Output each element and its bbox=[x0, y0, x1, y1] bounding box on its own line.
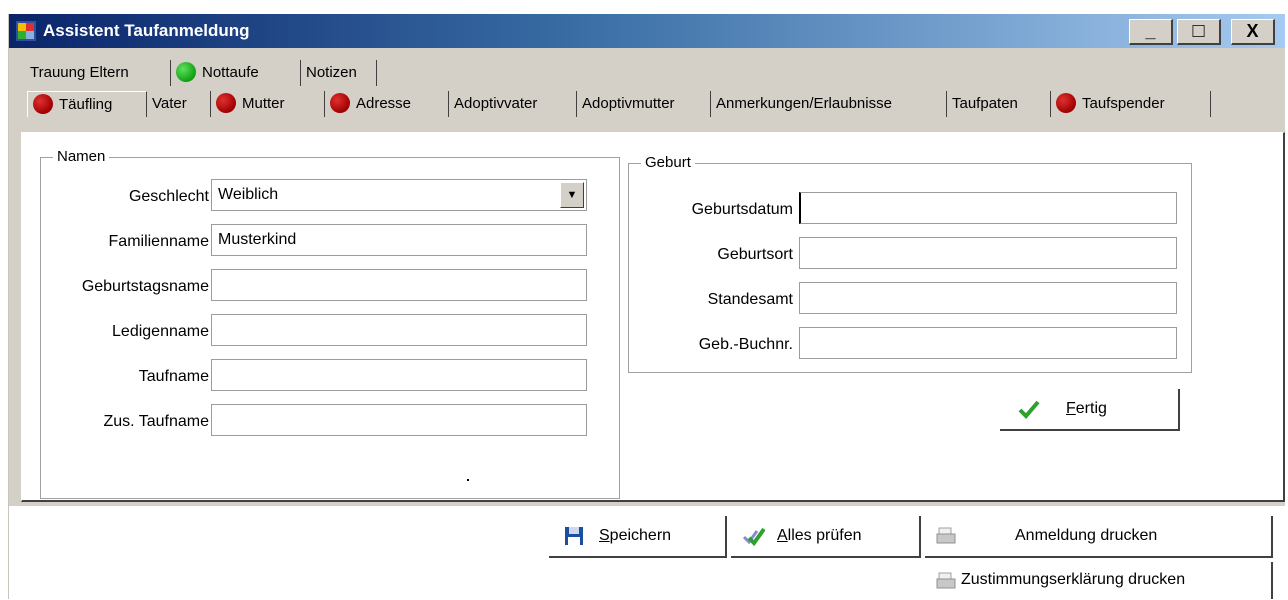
minimize-button[interactable]: _ bbox=[1129, 19, 1173, 45]
speichern-rest: peichern bbox=[609, 527, 672, 544]
geburtsort-label: Geburtsort bbox=[717, 246, 793, 263]
tab-panel-taeufling: Namen Geschlecht Weiblich ▼ Familienname… bbox=[21, 132, 1285, 502]
tab-taufpaten[interactable]: Taufpaten bbox=[947, 91, 1051, 117]
zustimmung-drucken-label: Zustimmungserklärung drucken bbox=[961, 571, 1186, 588]
standesamt-label: Standesamt bbox=[707, 291, 793, 308]
tab-adoptivmutter[interactable]: Adoptivmutter bbox=[577, 91, 711, 117]
fertig-button[interactable]: Fertig bbox=[1000, 389, 1180, 431]
geb-buchnr-input[interactable] bbox=[799, 327, 1177, 359]
geburtstagsname-input[interactable] bbox=[211, 269, 587, 301]
fertig-label: Fertig bbox=[1066, 389, 1107, 429]
geschlecht-select[interactable]: Weiblich ▼ bbox=[211, 179, 587, 211]
tab-anmerkungen-erlaubnisse[interactable]: Anmerkungen/Erlaubnisse bbox=[711, 91, 947, 117]
tab-label: Trauung Eltern bbox=[30, 64, 129, 81]
tab-label: Vater bbox=[152, 95, 187, 112]
fertig-accel: F bbox=[1066, 400, 1076, 417]
checkmark-icon bbox=[1018, 400, 1040, 419]
tab-label: Nottaufe bbox=[202, 64, 259, 81]
tab-vater[interactable]: Vater bbox=[147, 91, 211, 117]
tab-taeufling[interactable]: Täufling bbox=[27, 91, 147, 117]
close-button[interactable]: X bbox=[1231, 19, 1275, 45]
zustimmung-drucken-button[interactable]: Zustimmungserklärung drucken bbox=[925, 562, 1273, 599]
printer-icon bbox=[936, 527, 956, 544]
namen-legend: Namen bbox=[53, 148, 110, 165]
tab-label: Adoptivvater bbox=[454, 95, 538, 112]
tab-notizen[interactable]: Notizen bbox=[301, 60, 377, 86]
floppy-disk-icon bbox=[565, 527, 583, 545]
maximize-button[interactable]: □ bbox=[1177, 19, 1221, 45]
geburtsdatum-input[interactable] bbox=[799, 192, 1177, 224]
anmeldung-drucken-label: Anmeldung drucken bbox=[1015, 527, 1158, 544]
status-green-icon bbox=[176, 62, 196, 83]
geburtsdatum-label: Geburtsdatum bbox=[691, 201, 793, 218]
ledigenname-input[interactable] bbox=[211, 314, 587, 346]
tab-mutter[interactable]: Mutter bbox=[211, 91, 325, 117]
tab-adoptivvater[interactable]: Adoptivvater bbox=[449, 91, 577, 117]
tab-trauung-eltern[interactable]: Trauung Eltern bbox=[25, 60, 171, 86]
geburtsort-input[interactable] bbox=[799, 237, 1177, 269]
double-checkmark-icon bbox=[743, 527, 765, 547]
title-bar[interactable]: Assistent Taufanmeldung _ □ X bbox=[9, 14, 1285, 48]
alles-pruefen-button[interactable]: Alles prüfen bbox=[731, 516, 921, 558]
zus-taufname-label: Zus. Taufname bbox=[103, 413, 209, 430]
window-title: Assistent Taufanmeldung bbox=[43, 21, 250, 40]
tab-label: Adresse bbox=[356, 95, 412, 112]
geburtstagsname-label: Geburtstagsname bbox=[81, 278, 209, 295]
status-red-icon bbox=[1056, 93, 1076, 114]
speichern-button[interactable]: Speichern bbox=[549, 516, 727, 558]
alles-pruefen-rest: lles prüfen bbox=[787, 527, 862, 544]
tab-label: Täufling bbox=[59, 96, 113, 113]
geb-buchnr-label: Geb.-Buchnr. bbox=[698, 336, 793, 353]
geschlecht-value: Weiblich bbox=[218, 186, 279, 203]
fertig-rest: ertig bbox=[1075, 400, 1107, 417]
status-red-icon bbox=[216, 93, 236, 114]
alles-pruefen-accel: A bbox=[777, 527, 788, 544]
tab-label: Adoptivmutter bbox=[582, 95, 675, 112]
bottom-button-area: Speichern Alles prüfen Anmeldung drucken… bbox=[9, 506, 1285, 599]
ledigenname-label: Ledigenname bbox=[112, 323, 209, 340]
tab-adresse[interactable]: Adresse bbox=[325, 91, 449, 117]
taufname-input[interactable] bbox=[211, 359, 587, 391]
tab-nottaufe[interactable]: Nottaufe bbox=[171, 60, 301, 86]
tab-label: Anmerkungen/Erlaubnisse bbox=[716, 95, 892, 112]
chevron-down-icon[interactable]: ▼ bbox=[560, 182, 584, 208]
familienname-input[interactable]: Musterkind bbox=[211, 224, 587, 256]
anmeldung-drucken-button[interactable]: Anmeldung drucken bbox=[925, 516, 1273, 558]
dot-mark bbox=[467, 479, 469, 481]
geschlecht-label: Geschlecht bbox=[128, 188, 209, 205]
zus-taufname-input[interactable] bbox=[211, 404, 587, 436]
wizard-window: Assistent Taufanmeldung _ □ X Trauung El… bbox=[8, 14, 1285, 599]
speichern-label: Speichern bbox=[599, 516, 671, 556]
namen-group: Namen Geschlecht Weiblich ▼ Familienname… bbox=[40, 148, 620, 499]
taufname-label: Taufname bbox=[138, 368, 209, 385]
tab-label: Mutter bbox=[242, 95, 285, 112]
geburt-legend: Geburt bbox=[641, 154, 695, 171]
status-red-icon bbox=[33, 94, 53, 115]
printer-icon bbox=[936, 572, 956, 589]
app-window-icon bbox=[16, 21, 36, 41]
tab-taufspender[interactable]: Taufspender bbox=[1051, 91, 1211, 117]
alles-pruefen-label: Alles prüfen bbox=[777, 516, 862, 556]
status-red-icon bbox=[330, 93, 350, 114]
familienname-label: Familienname bbox=[108, 233, 209, 250]
tab-label: Notizen bbox=[306, 64, 357, 81]
geburt-group: Geburt Geburtsdatum Geburtsort Standesam… bbox=[628, 154, 1192, 373]
speichern-accel: S bbox=[599, 527, 610, 544]
tab-label: Taufspender bbox=[1082, 95, 1165, 112]
tab-label: Taufpaten bbox=[952, 95, 1018, 112]
standesamt-input[interactable] bbox=[799, 282, 1177, 314]
